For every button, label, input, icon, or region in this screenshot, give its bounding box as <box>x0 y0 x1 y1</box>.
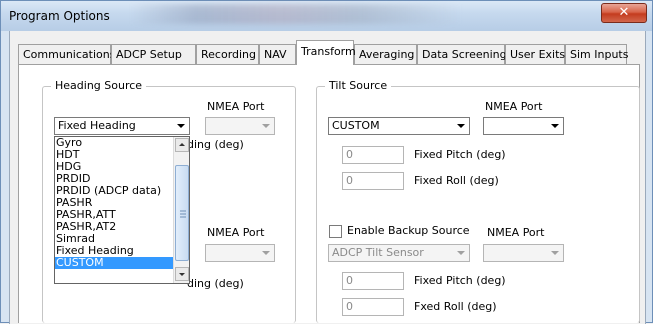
tab-label: Sim Inputs <box>570 48 629 61</box>
backup-roll-label: Fxed Roll (deg) <box>414 300 497 313</box>
tab-recording[interactable]: Recording <box>196 44 259 64</box>
title-bar[interactable]: Program Options ✕ <box>1 1 652 31</box>
heading-source-value: Fixed Heading <box>58 119 136 132</box>
tab-label: Communications <box>23 48 116 61</box>
chevron-down-icon <box>457 124 465 128</box>
chevron-down-icon <box>457 251 465 255</box>
fixed-pitch-input[interactable]: 0 <box>342 146 404 164</box>
chevron-down-icon <box>262 124 270 128</box>
fixed-heading-label: ding (deg) <box>187 138 244 151</box>
dropdown-scrollbar[interactable] <box>173 137 189 283</box>
title-bar-background <box>131 4 461 24</box>
fixed-pitch-value: 0 <box>346 148 353 161</box>
tab-communications[interactable]: Communications <box>18 44 115 64</box>
backup-roll-input[interactable]: 0 <box>342 298 404 316</box>
tilt-backup-source-value: ADCP Tilt Sensor <box>332 246 424 259</box>
tilt-source-title: Tilt Source <box>325 79 392 92</box>
heading-backup-nmea-port-label: NMEA Port <box>207 226 265 239</box>
chevron-down-icon <box>262 251 270 255</box>
scroll-down-button[interactable] <box>175 267 189 281</box>
tab-label: User Exits <box>510 48 566 61</box>
tab-nav[interactable]: NAV <box>259 44 296 64</box>
chevron-down-icon <box>551 251 559 255</box>
chevron-down-icon <box>177 124 185 128</box>
tab-label: Data Screening <box>422 48 507 61</box>
heading-source-title: Heading Source <box>51 79 147 92</box>
close-button[interactable]: ✕ <box>601 3 647 23</box>
tilt-source-combo[interactable]: CUSTOM <box>328 117 470 135</box>
enable-backup-checkbox[interactable] <box>329 225 342 238</box>
chevron-down-icon <box>551 124 559 128</box>
chevron-up-icon <box>179 143 185 146</box>
grip-icon <box>180 210 186 218</box>
window-title: Program Options <box>9 9 110 23</box>
enable-backup-label: Enable Backup Source <box>347 224 470 237</box>
close-icon: ✕ <box>618 5 630 20</box>
tab-label: NAV <box>264 48 287 61</box>
tab-label: Averaging <box>359 48 415 61</box>
tab-label: Recording <box>201 48 257 61</box>
tab-averaging[interactable]: Averaging <box>354 44 417 64</box>
tab-adcp-setup[interactable]: ADCP Setup <box>111 44 196 64</box>
tab-transform[interactable]: Transform <box>296 40 356 65</box>
backup-roll-value: 0 <box>346 300 353 313</box>
tab-sim-inputs[interactable]: Sim Inputs <box>565 44 629 64</box>
fixed-roll-label: Fixed Roll (deg) <box>414 174 499 187</box>
tab-label: Transform <box>301 45 356 58</box>
tab-label: ADCP Setup <box>116 48 182 61</box>
scrollbar-thumb[interactable] <box>175 165 189 261</box>
heading-nmea-port-combo[interactable] <box>205 117 275 135</box>
tilt-backup-nmea-port-combo[interactable] <box>483 244 564 262</box>
heading-backup-nmea-port-combo[interactable] <box>205 244 275 262</box>
heading-source-dropdown-list[interactable]: Gyro HDT HDG PRDID PRDID (ADCP data) PAS… <box>54 136 190 284</box>
heading-nmea-port-label: NMEA Port <box>207 100 265 113</box>
backup-pitch-label: Fixed Pitch (deg) <box>414 274 506 287</box>
backup-pitch-value: 0 <box>346 274 353 287</box>
chevron-down-icon <box>179 273 185 276</box>
list-item-selected[interactable]: CUSTOM <box>55 257 173 269</box>
fixed-roll-value: 0 <box>346 174 353 187</box>
tilt-backup-nmea-port-label: NMEA Port <box>487 226 545 239</box>
tab-user-exits[interactable]: User Exits <box>505 44 565 64</box>
fixed-roll-input[interactable]: 0 <box>342 172 404 190</box>
backup-fixed-heading-label: ding (deg) <box>187 277 244 290</box>
scroll-up-button[interactable] <box>175 138 189 152</box>
tilt-nmea-port-combo[interactable] <box>483 117 564 135</box>
heading-source-combo[interactable]: Fixed Heading <box>54 117 190 135</box>
fixed-pitch-label: Fixed Pitch (deg) <box>414 148 506 161</box>
tab-data-screening[interactable]: Data Screening <box>417 44 507 64</box>
tilt-nmea-port-label: NMEA Port <box>485 100 543 113</box>
tilt-source-value: CUSTOM <box>332 119 380 132</box>
tilt-backup-source-combo[interactable]: ADCP Tilt Sensor <box>328 244 470 262</box>
backup-pitch-input[interactable]: 0 <box>342 272 404 290</box>
